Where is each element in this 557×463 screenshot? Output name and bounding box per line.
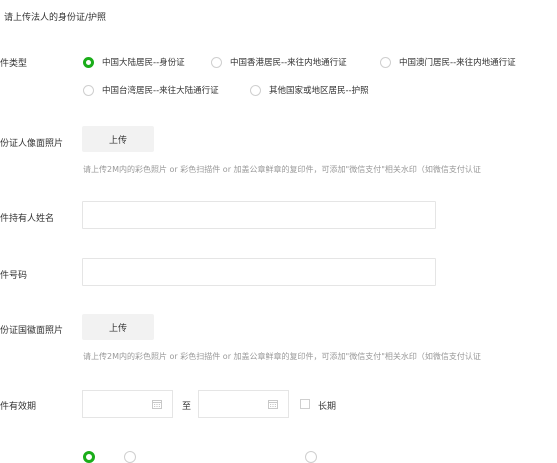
id-type-label: 件类型 — [0, 59, 28, 69]
date-range-separator: 至 — [182, 402, 192, 412]
radio-foreign-passport[interactable]: 其他国家或地区居民--护照 — [250, 84, 369, 96]
radio-indicator — [83, 84, 94, 96]
upload-back-hint: 请上传2M内的彩色照片 or 彩色扫描件 or 加盖公章鲜章的复印件，可添加"微… — [83, 352, 481, 361]
upload-back-button[interactable]: 上传 — [82, 314, 154, 340]
radio-hongkong-permit[interactable]: 中国香港居民--来往内地通行证 — [211, 56, 347, 68]
partial-radio-checked[interactable] — [83, 451, 95, 463]
radio-macau-permit[interactable]: 中国澳门居民--来往内地通行证 — [380, 56, 516, 68]
upload-front-hint: 请上传2M内的彩色照片 or 彩色扫描件 or 加盖公章鲜章的复印件，可添加"微… — [83, 165, 481, 174]
holder-name-input[interactable] — [82, 201, 436, 229]
radio-indicator — [83, 56, 94, 68]
radio-indicator — [211, 56, 222, 68]
radio-label: 中国香港居民--来往内地通行证 — [230, 58, 347, 68]
partial-radio[interactable] — [305, 451, 317, 463]
validity-end-date[interactable] — [198, 390, 289, 418]
calendar-icon — [268, 400, 278, 409]
radio-indicator — [380, 56, 391, 68]
id-number-label: 件号码 — [0, 271, 28, 281]
long-term-checkbox[interactable] — [300, 399, 310, 409]
radio-label: 其他国家或地区居民--护照 — [269, 86, 369, 96]
radio-taiwan-permit[interactable]: 中国台湾居民--来往大陆通行证 — [83, 84, 219, 96]
validity-start-date[interactable] — [82, 390, 173, 418]
validity-label: 件有效期 — [0, 402, 37, 412]
radio-mainland-id[interactable]: 中国大陆居民--身份证 — [83, 56, 185, 68]
id-front-label: 份证人像面照片 — [0, 139, 64, 149]
radio-label: 中国澳门居民--来往内地通行证 — [399, 58, 516, 68]
calendar-icon — [152, 400, 162, 409]
holder-name-label: 件持有人姓名 — [0, 214, 55, 224]
radio-indicator — [250, 84, 261, 96]
radio-label: 中国台湾居民--来往大陆通行证 — [102, 86, 219, 96]
id-back-label: 份证国徽面照片 — [0, 326, 64, 336]
long-term-label: 长期 — [318, 402, 337, 412]
radio-label: 中国大陆居民--身份证 — [102, 58, 185, 68]
upload-front-button[interactable]: 上传 — [82, 126, 154, 152]
section-title: 请上传法人的身份证/护照 — [4, 13, 107, 23]
partial-radio[interactable] — [124, 451, 136, 463]
id-number-input[interactable] — [82, 258, 436, 286]
